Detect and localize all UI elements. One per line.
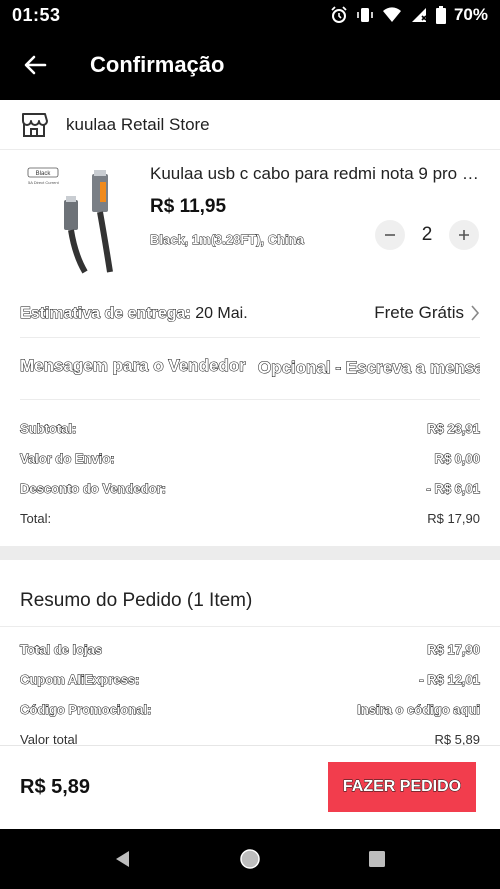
product-price: R$ 11,95	[150, 196, 227, 217]
minus-icon	[385, 234, 395, 236]
delivery-date: 20 Mai.	[195, 305, 248, 322]
quantity-stepper: 2	[375, 220, 479, 250]
order-summary-title: Resumo do Pedido (1 Item)	[20, 590, 253, 611]
triangle-back-icon	[116, 851, 130, 867]
stores-total-label: Total de lojas	[19, 642, 103, 658]
order-summary: Total de lojas R$ 17,90 Cupom AliExpress…	[0, 626, 500, 745]
decrease-quantity-button[interactable]	[375, 220, 405, 250]
signal-icon	[411, 8, 427, 22]
status-time: 01:53	[12, 4, 61, 25]
subtotal-label: Subtotal:	[19, 421, 77, 437]
shipping-label: Frete Grátis	[374, 303, 464, 322]
vibrate-icon	[357, 8, 373, 22]
product-item: Black 5A Direct Current Kuulaa usb c cab…	[0, 150, 500, 290]
increase-quantity-button[interactable]	[449, 220, 479, 250]
promo-code-label: Código Promocional:	[19, 702, 152, 718]
grand-total-label: Valor total	[20, 732, 78, 745]
square-recents-icon	[368, 851, 385, 867]
nav-back-button[interactable]	[93, 829, 153, 889]
seller-discount-label: Desconto do Vendedor:	[20, 481, 167, 497]
circle-home-icon	[240, 849, 260, 869]
total-row: Total: R$ 17,90	[20, 504, 480, 534]
page-title: Confirmação	[90, 52, 225, 77]
stores-total-row: Total de lojas R$ 17,90	[19, 635, 481, 665]
promo-code-input[interactable]: Insira o código aqui	[357, 702, 481, 718]
back-button[interactable]	[0, 30, 70, 100]
aliexpress-coupon-row[interactable]: Cupom AliExpress: - R$ 12,01	[19, 665, 481, 695]
place-order-button[interactable]: FAZER PEDIDO	[328, 762, 476, 812]
total-label: Total:	[20, 511, 52, 526]
battery-percent: 70%	[453, 5, 488, 24]
app-bar: Confirmação	[0, 30, 500, 100]
product-image-label: Black	[36, 171, 52, 177]
place-order-label: FAZER PEDIDO	[342, 778, 462, 796]
checkout-bar: R$ 5,89 FAZER PEDIDO	[0, 745, 500, 829]
subtotal-row: Subtotal: R$ 23,91	[19, 414, 481, 444]
seller-message-input[interactable]	[258, 350, 480, 386]
delivery-estimate: Estimativa de entrega: 20 Mai.	[20, 305, 248, 323]
battery-icon	[435, 6, 446, 24]
seller-discount-row: Desconto do Vendedor: - R$ 6,01	[20, 474, 481, 504]
arrow-left-icon	[24, 55, 47, 75]
cost-summary: Subtotal: R$ 23,91 Valor do Envio: R$ 0,…	[0, 400, 500, 534]
system-nav-bar	[0, 829, 500, 889]
shipping-cost-label: Valor do Envio:	[20, 451, 116, 467]
aliexpress-coupon-label: Cupom AliExpress:	[19, 672, 140, 688]
grand-total-row: Valor total R$ 5,89	[20, 725, 480, 745]
product-image[interactable]: Black 5A Direct Current	[20, 160, 138, 278]
shipping-cost-value: R$ 0,00	[434, 451, 481, 467]
nav-recents-button[interactable]	[347, 829, 407, 889]
subtotal-value: R$ 23,91	[427, 421, 481, 437]
total-value: R$ 17,90	[427, 511, 480, 526]
quantity-value: 2	[421, 224, 433, 245]
delivery-row: Estimativa de entrega: 20 Mai. Frete Grá…	[20, 290, 480, 338]
order-content[interactable]: kuulaa Retail Store Black 5A Direct Curr…	[0, 100, 500, 745]
product-variant: Black, 1m(3.28FT), China	[150, 232, 305, 248]
stores-total-value: R$ 17,90	[427, 642, 481, 658]
shipping-cost-row: Valor do Envio: R$ 0,00	[20, 444, 481, 474]
section-divider	[0, 546, 500, 560]
seller-message-label: Mensagem para o Vendedor	[20, 356, 246, 376]
alarm-icon	[331, 6, 347, 23]
shipping-option-link[interactable]: Frete Grátis	[374, 303, 480, 323]
wifi-icon	[382, 7, 401, 22]
promo-code-row[interactable]: Código Promocional: Insira o código aqui	[19, 695, 481, 725]
product-title[interactable]: Kuulaa usb c cabo para redmi nota 9 pro …	[150, 164, 486, 184]
plus-icon	[459, 230, 469, 240]
product-image-sublabel: 5A Direct Current	[28, 180, 60, 185]
grand-total-value: R$ 5,89	[434, 732, 480, 745]
nav-home-button[interactable]	[220, 829, 280, 889]
status-icons: 70%	[330, 5, 488, 25]
store-name: kuulaa Retail Store	[66, 114, 210, 134]
store-icon	[22, 112, 48, 137]
chevron-right-icon	[471, 305, 480, 321]
seller-discount-value: - R$ 6,01	[426, 481, 480, 497]
checkout-total: R$ 5,89	[20, 776, 91, 798]
status-bar: 01:53 70%	[0, 0, 500, 30]
delivery-label: Estimativa de entrega:	[20, 305, 192, 323]
store-row[interactable]: kuulaa Retail Store	[0, 100, 500, 150]
seller-message-row: Mensagem para o Vendedor	[20, 338, 480, 400]
aliexpress-coupon-value: - R$ 12,01	[419, 672, 481, 688]
